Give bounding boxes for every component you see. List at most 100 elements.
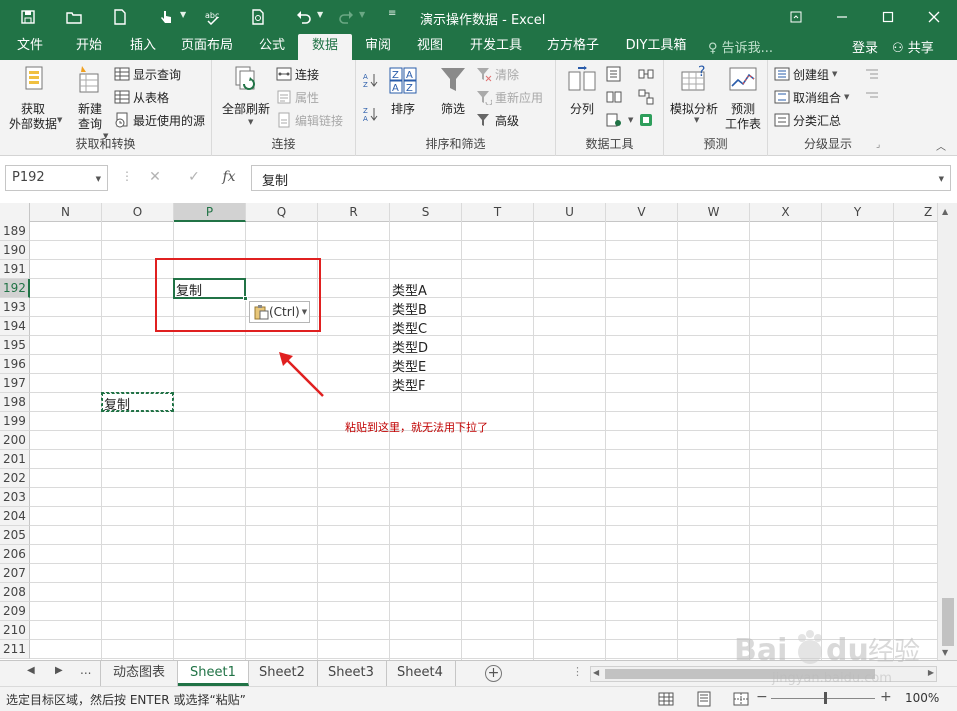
enter-icon[interactable]: ✓: [185, 169, 203, 187]
cell-s196[interactable]: 类型E: [392, 356, 426, 375]
row-header[interactable]: 189: [0, 222, 30, 241]
tab-file[interactable]: 文件: [6, 34, 54, 60]
edit-links-button[interactable]: 编辑链接: [276, 110, 343, 130]
what-if-analysis-button[interactable]: ? 模拟分析: [668, 64, 720, 117]
zoom-out-button[interactable]: −: [756, 689, 768, 705]
column-header[interactable]: U: [534, 203, 606, 222]
column-header[interactable]: X: [750, 203, 822, 222]
row-header[interactable]: 207: [0, 564, 30, 583]
column-header[interactable]: Z: [894, 203, 937, 222]
sheet-tab-active[interactable]: Sheet1: [178, 661, 249, 686]
undo-dropdown-icon[interactable]: ▼: [317, 10, 323, 19]
page-layout-view-icon[interactable]: [696, 691, 712, 707]
scroll-right-icon[interactable]: ▶: [928, 668, 934, 677]
show-queries-button[interactable]: 显示查询: [114, 64, 181, 84]
scroll-up-icon[interactable]: ▲: [942, 207, 948, 216]
row-header[interactable]: 190: [0, 241, 30, 260]
tab-formulas[interactable]: 公式: [250, 34, 294, 60]
row-header[interactable]: 203: [0, 488, 30, 507]
zoom-slider-track[interactable]: [771, 698, 875, 699]
dialog-launcher-icon[interactable]: ⌟: [876, 140, 880, 150]
formula-input[interactable]: 复制 ▼: [251, 165, 951, 191]
minimize-icon[interactable]: [819, 0, 865, 34]
column-header[interactable]: W: [678, 203, 750, 222]
advanced-filter-button[interactable]: 高级: [476, 110, 519, 130]
horizontal-scrollbar[interactable]: ◀ ▶: [590, 666, 937, 682]
tab-review[interactable]: 审阅: [356, 34, 400, 60]
row-header[interactable]: 206: [0, 545, 30, 564]
touch-mode-icon[interactable]: [154, 6, 178, 28]
vertical-scrollbar[interactable]: ▲ ▼: [937, 203, 957, 660]
sort-ascending-button[interactable]: AZ: [362, 70, 381, 90]
column-header[interactable]: V: [606, 203, 678, 222]
column-header[interactable]: O: [102, 203, 174, 222]
row-header[interactable]: 195: [0, 336, 30, 355]
close-icon[interactable]: [911, 0, 957, 34]
redo-dropdown-icon[interactable]: ▼: [359, 10, 365, 19]
row-header[interactable]: 210: [0, 621, 30, 640]
row-header[interactable]: 204: [0, 507, 30, 526]
consolidate-button[interactable]: [638, 64, 657, 84]
refresh-all-button[interactable]: 全部刷新: [220, 64, 272, 117]
row-header[interactable]: 191: [0, 260, 30, 279]
column-header-selected[interactable]: P: [174, 203, 246, 222]
name-box[interactable]: P192 ▼: [5, 165, 108, 191]
formula-bar-grip[interactable]: ⋮: [121, 169, 133, 187]
filter-button[interactable]: 筛选: [436, 64, 470, 117]
data-validation-button[interactable]: ▼: [606, 110, 633, 130]
tab-data[interactable]: 数据: [298, 34, 352, 60]
save-icon[interactable]: [16, 6, 40, 28]
tell-me-search[interactable]: ♀ 告诉我...: [708, 37, 773, 56]
reapply-button[interactable]: 重新应用: [476, 87, 543, 107]
sheet-tab[interactable]: Sheet2: [247, 661, 318, 686]
cell-s197[interactable]: 类型F: [392, 375, 425, 394]
column-header[interactable]: Y: [822, 203, 894, 222]
tab-home[interactable]: 开始: [64, 34, 114, 60]
collapse-ribbon-icon[interactable]: ︿: [936, 138, 946, 153]
row-header[interactable]: 209: [0, 602, 30, 621]
cell-s194[interactable]: 类型C: [392, 318, 427, 337]
cancel-icon[interactable]: ✕: [146, 169, 164, 187]
column-header[interactable]: R: [318, 203, 390, 222]
manage-data-model-button[interactable]: [638, 110, 657, 130]
relationships-button[interactable]: [638, 87, 657, 107]
select-all-corner[interactable]: [0, 203, 30, 222]
tab-view[interactable]: 视图: [408, 34, 452, 60]
sheet-tab[interactable]: 动态图表: [100, 661, 179, 686]
hide-detail-icon[interactable]: [864, 87, 883, 107]
tab-developer[interactable]: 开发工具: [463, 34, 529, 60]
tab-page-layout[interactable]: 页面布局: [174, 34, 240, 60]
cell-s195[interactable]: 类型D: [392, 337, 428, 356]
clear-filter-button[interactable]: 清除: [476, 64, 519, 84]
row-header[interactable]: 208: [0, 583, 30, 602]
forecast-sheet-button[interactable]: 预测 工作表: [722, 64, 764, 132]
row-header[interactable]: 198: [0, 393, 30, 412]
subtotal-button[interactable]: 分类汇总: [774, 110, 841, 130]
open-folder-icon[interactable]: [62, 6, 86, 28]
undo-icon[interactable]: [292, 6, 316, 28]
sort-descending-button[interactable]: ZA: [362, 104, 381, 124]
tab-diy-toolbox[interactable]: DIY工具箱: [618, 34, 694, 60]
touch-dropdown-icon[interactable]: ▼: [180, 10, 186, 19]
normal-view-icon[interactable]: [658, 691, 674, 707]
share-button[interactable]: ⚇ 共享: [892, 37, 934, 56]
row-header[interactable]: 199: [0, 412, 30, 431]
tab-fangfang[interactable]: 方方格子: [540, 34, 606, 60]
column-header[interactable]: Q: [246, 203, 318, 222]
row-header[interactable]: 196: [0, 355, 30, 374]
get-external-data-button[interactable]: 获取 外部数据: [4, 64, 62, 132]
sort-button[interactable]: ZAAZ 排序: [386, 64, 420, 117]
row-header[interactable]: 197: [0, 374, 30, 393]
new-query-button[interactable]: 新建 查询: [66, 64, 114, 132]
customize-toolbar-icon[interactable]: ≡: [388, 8, 396, 19]
row-header[interactable]: 202: [0, 469, 30, 488]
worksheet-grid[interactable]: N O P Q R S T U V W X Y Z 189 190 191 19…: [0, 203, 937, 660]
zoom-slider-thumb[interactable]: [824, 692, 827, 704]
tab-splitter-icon[interactable]: ⋮: [572, 665, 583, 678]
row-header[interactable]: 200: [0, 431, 30, 450]
more-sheets[interactable]: ...: [80, 663, 91, 677]
group-button[interactable]: 创建组 ▼: [774, 64, 837, 84]
from-table-button[interactable]: 从表格: [114, 87, 169, 107]
sign-in-link[interactable]: 登录: [852, 37, 878, 56]
horizontal-scroll-thumb[interactable]: [605, 669, 875, 679]
